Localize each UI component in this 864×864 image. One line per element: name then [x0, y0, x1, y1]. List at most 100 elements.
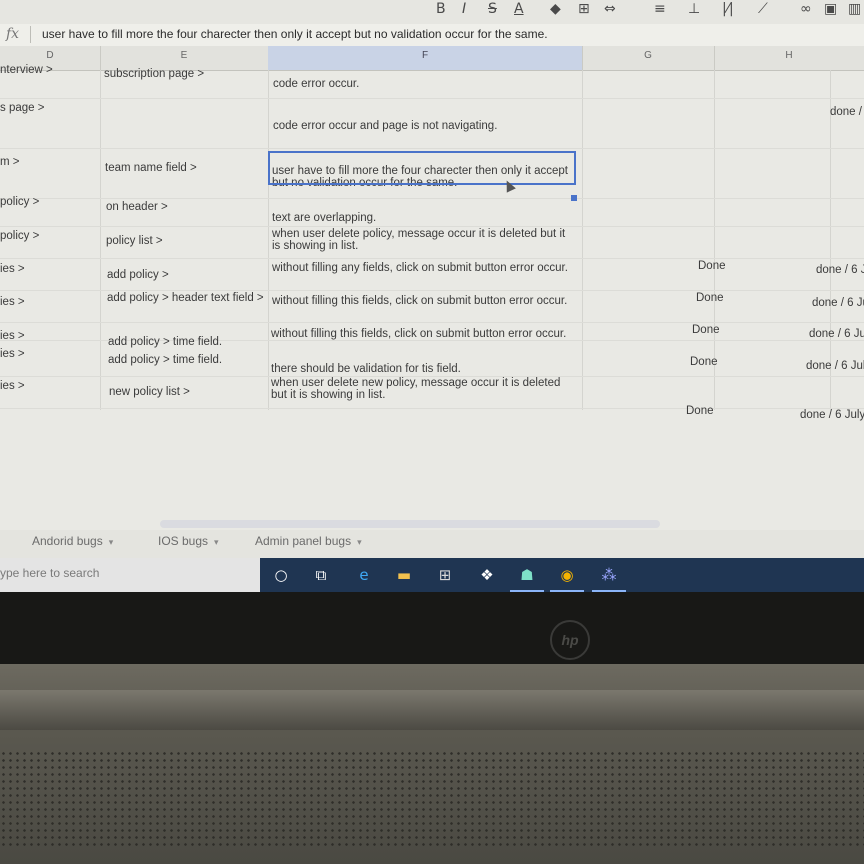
- search-input[interactable]: ype here to search: [0, 566, 99, 580]
- cell-e5[interactable]: policy list >: [106, 235, 163, 247]
- dropbox-icon[interactable]: ❖: [476, 564, 498, 586]
- column-header-h[interactable]: H: [714, 46, 864, 70]
- laptop-hinge: [0, 690, 864, 730]
- cell-d2[interactable]: s page >: [0, 102, 44, 114]
- cell-d8[interactable]: ies >: [0, 330, 25, 342]
- speaker-grille: [0, 750, 864, 850]
- cell-f6[interactable]: without filling any fields, click on sub…: [272, 262, 572, 274]
- cell-h6[interactable]: done / 6 J: [816, 264, 864, 276]
- cell-h2[interactable]: done /: [830, 106, 862, 118]
- cell-f5[interactable]: when user delete policy, message occur i…: [272, 228, 572, 252]
- fx-icon: fx: [6, 26, 20, 42]
- taskbar-search-box[interactable]: ype here to search: [0, 558, 260, 592]
- task-view-icon[interactable]: ⧉: [310, 564, 332, 586]
- cell-f8[interactable]: without filling this fields, click on su…: [271, 328, 571, 340]
- column-header-e[interactable]: E: [100, 46, 269, 70]
- cell-g7[interactable]: Done: [696, 292, 724, 304]
- store-icon[interactable]: ⊞: [434, 564, 456, 586]
- cell-e7[interactable]: add policy > header text field >: [107, 292, 267, 304]
- cell-h9[interactable]: done / 6 Jul: [806, 360, 864, 372]
- text-color-icon[interactable]: A: [514, 1, 524, 17]
- cell-e1[interactable]: subscription page >: [104, 68, 204, 80]
- cell-d3[interactable]: m >: [0, 156, 20, 168]
- chevron-down-icon[interactable]: ▾: [214, 537, 219, 547]
- selected-cell-border: [268, 151, 576, 185]
- text-rotation-icon[interactable]: ⟋: [758, 1, 768, 17]
- cell-e10[interactable]: new policy list >: [109, 386, 190, 398]
- cell-f9[interactable]: there should be validation for tis field…: [271, 363, 461, 375]
- cell-d4[interactable]: policy >: [0, 196, 39, 208]
- cell-e9[interactable]: add policy > time field.: [108, 354, 222, 366]
- app-icon[interactable]: ☗: [516, 564, 538, 586]
- cell-d6[interactable]: ies >: [0, 263, 25, 275]
- cell-g10[interactable]: Done: [686, 405, 714, 417]
- chevron-down-icon[interactable]: ▾: [357, 537, 362, 547]
- edge-icon[interactable]: e: [353, 564, 375, 586]
- grid-line: [830, 70, 831, 410]
- cell-g9[interactable]: Done: [690, 356, 718, 368]
- cell-f1[interactable]: code error occur.: [273, 78, 359, 90]
- grid-line: [0, 322, 864, 323]
- grid-line: [0, 290, 864, 291]
- toolbar: B I S A ◆ ⊞ ⇔ ≡ ⊥ |⁄| ⟋ ∞ ▣ ▥: [0, 0, 864, 25]
- laptop-bezel: [0, 592, 864, 664]
- logo-text: hp: [561, 632, 579, 648]
- grid-line: [582, 70, 583, 410]
- cell-d10[interactable]: ies >: [0, 380, 25, 392]
- cell-f7[interactable]: without filling this fields, click on su…: [272, 295, 572, 307]
- cell-h8[interactable]: done / 6 Ju: [809, 328, 864, 340]
- sheet-tab-android-bugs[interactable]: Andorid bugs ▾: [32, 534, 113, 548]
- grid-line: [100, 70, 101, 410]
- taskbar-apps: ○ ⧉ e ▬ ⊞ ❖ ☗ ◉ ⁂: [260, 558, 864, 592]
- text-wrap-icon[interactable]: |⁄|: [722, 1, 734, 17]
- column-header-f[interactable]: F: [268, 46, 583, 70]
- windows-taskbar: ype here to search ○ ⧉ e ▬ ⊞ ❖ ☗ ◉ ⁂: [0, 558, 864, 592]
- sheet-tab-ios-bugs[interactable]: IOS bugs ▾: [158, 534, 219, 548]
- spreadsheet-screen: B I S A ◆ ⊞ ⇔ ≡ ⊥ |⁄| ⟋ ∞ ▣ ▥ fx user ha…: [0, 0, 864, 592]
- formula-input[interactable]: user have to fill more the four charecte…: [42, 27, 548, 41]
- cell-f10[interactable]: when user delete new policy, message occ…: [271, 377, 571, 401]
- chevron-down-icon[interactable]: ▾: [109, 537, 114, 547]
- borders-icon[interactable]: ⊞: [578, 1, 590, 17]
- cell-e4[interactable]: on header >: [106, 201, 168, 213]
- horizontal-scrollbar[interactable]: [160, 520, 660, 528]
- cell-d1[interactable]: nterview >: [0, 64, 53, 76]
- cell-g6[interactable]: Done: [698, 260, 726, 272]
- grid-line: [0, 408, 864, 409]
- column-header-g[interactable]: G: [582, 46, 715, 70]
- cell-e3[interactable]: team name field >: [105, 162, 197, 174]
- cell-d7[interactable]: ies >: [0, 296, 25, 308]
- cell-h7[interactable]: done / 6 Ju: [812, 297, 864, 309]
- link-icon[interactable]: ∞: [800, 1, 812, 17]
- sheet-tab-label: IOS bugs: [158, 534, 209, 548]
- formula-bar[interactable]: fx user have to fill more the four chare…: [0, 24, 864, 47]
- fill-color-icon[interactable]: ◆: [550, 1, 561, 17]
- sheet-tab-bar: Andorid bugs ▾ IOS bugs ▾ Admin panel bugs…: [0, 530, 864, 558]
- sheet-tab-admin-panel-bugs[interactable]: Admin panel bugs ▾: [255, 534, 362, 548]
- sheet-tab-label: Andorid bugs: [32, 534, 103, 548]
- cell-f2[interactable]: code error occur and page is not navigat…: [273, 120, 497, 132]
- cell-d9[interactable]: ies >: [0, 348, 25, 360]
- formula-separator: [30, 26, 31, 43]
- strikethrough-icon[interactable]: S: [488, 1, 497, 17]
- italic-icon[interactable]: I: [462, 1, 466, 17]
- grid-line: [0, 198, 864, 199]
- file-explorer-icon[interactable]: ▬: [393, 564, 415, 586]
- cell-g8[interactable]: Done: [692, 324, 720, 336]
- comment-icon[interactable]: ▣: [824, 1, 837, 17]
- merge-cells-icon[interactable]: ⇔: [604, 1, 616, 17]
- cell-e6[interactable]: add policy >: [107, 269, 169, 281]
- cell-e8[interactable]: add policy > time field.: [108, 336, 222, 348]
- horizontal-align-icon[interactable]: ≡: [654, 1, 666, 17]
- grid-line: [0, 226, 864, 227]
- bold-icon[interactable]: B: [436, 1, 446, 17]
- chrome-icon[interactable]: ◉: [556, 564, 578, 586]
- fill-handle[interactable]: [571, 195, 577, 201]
- cortana-icon[interactable]: ○: [270, 564, 292, 586]
- chart-icon[interactable]: ▥: [848, 1, 861, 17]
- cell-f4[interactable]: text are overlapping.: [272, 212, 376, 224]
- cell-h10[interactable]: done / 6 July: [800, 409, 864, 421]
- cell-d5[interactable]: policy >: [0, 230, 39, 242]
- teams-icon[interactable]: ⁂: [598, 564, 620, 586]
- vertical-align-icon[interactable]: ⊥: [688, 1, 700, 17]
